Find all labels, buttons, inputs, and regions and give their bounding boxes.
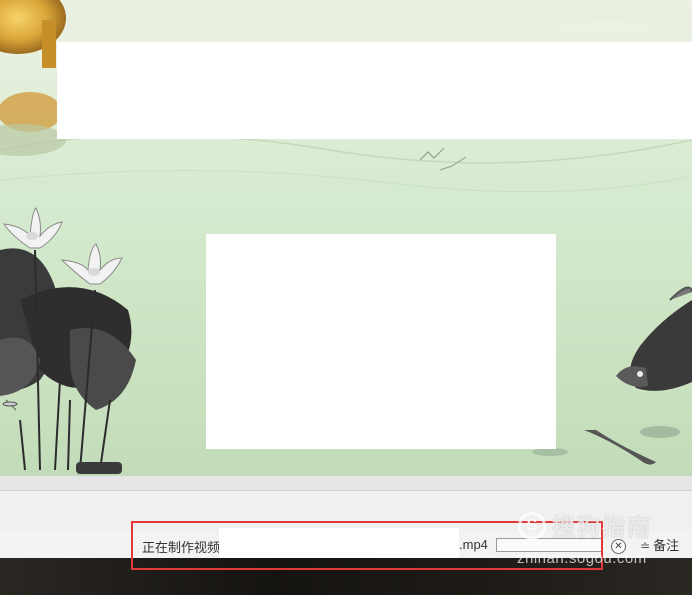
- video-export-status: 正在制作视频: [142, 540, 221, 555]
- watermark-url: zhinan.sogou.com: [517, 550, 647, 567]
- watermark-brand: 搜狗指南: [552, 514, 652, 540]
- lotus-decoration: [0, 207, 136, 474]
- slide-content-placeholder: [206, 234, 556, 449]
- slide-canvas: [0, 0, 692, 476]
- dragonfly-decoration: [2, 399, 18, 411]
- notes-label: 备注: [653, 538, 680, 553]
- file-extension: .mp4: [459, 537, 488, 552]
- sogou-logo-icon: S: [518, 512, 546, 540]
- koi-fish-decoration: [532, 286, 692, 465]
- slide-title-placeholder: [57, 42, 692, 139]
- slide-divider: [0, 476, 692, 491]
- filename-redacted: [219, 528, 459, 562]
